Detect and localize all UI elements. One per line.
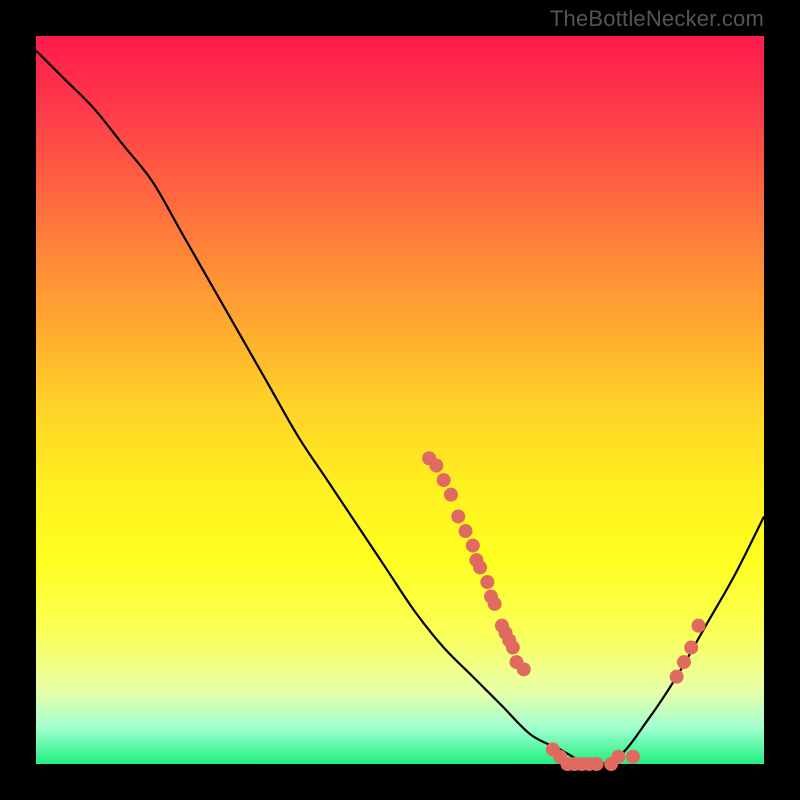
highlight-dot	[451, 509, 465, 523]
highlight-dot	[670, 670, 684, 684]
highlight-dot	[473, 560, 487, 574]
highlight-dot	[506, 641, 520, 655]
highlight-dot	[691, 619, 705, 633]
highlight-dot	[488, 597, 502, 611]
highlight-dot	[429, 459, 443, 473]
highlight-dot	[517, 662, 531, 676]
watermark-text: TheBottleNecker.com	[550, 6, 764, 32]
highlight-dot	[444, 488, 458, 502]
highlight-dot	[684, 641, 698, 655]
chart-overlay	[36, 36, 764, 764]
highlight-dot	[437, 473, 451, 487]
highlight-dot	[590, 757, 604, 771]
highlight-dots	[422, 451, 705, 771]
highlight-dot	[459, 524, 473, 538]
highlight-dot	[480, 575, 494, 589]
highlight-dot	[466, 539, 480, 553]
chart-curve	[36, 51, 764, 765]
highlight-dot	[626, 750, 640, 764]
highlight-dot	[611, 750, 625, 764]
highlight-dot	[677, 655, 691, 669]
